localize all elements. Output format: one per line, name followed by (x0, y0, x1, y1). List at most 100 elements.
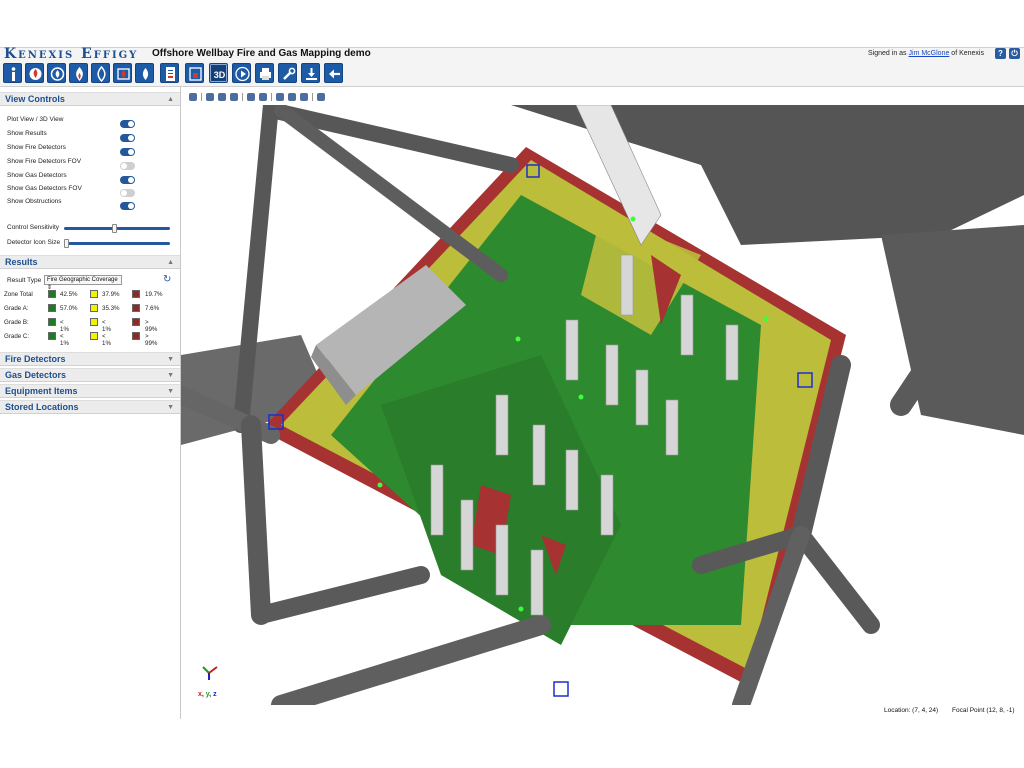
yellow-swatch (90, 332, 98, 340)
gas-detector-marker[interactable] (578, 394, 584, 400)
wellhead (680, 294, 694, 356)
fire-detector-marker[interactable] (553, 681, 569, 697)
toggle-show-results[interactable] (120, 134, 135, 142)
bottom-margin (0, 720, 1024, 768)
view-row-label: Show Obstructions (7, 198, 62, 205)
info-icon[interactable] (3, 63, 22, 83)
section-title: Stored Locations (5, 402, 79, 412)
wellhead (565, 449, 579, 511)
result-type-select[interactable]: Fire Geographic Coverage ⇕ (44, 275, 122, 291)
focal-point-readout: Focal Point (12, 8, -1) (952, 707, 1015, 714)
tools-icon[interactable] (278, 63, 297, 83)
gas-detector-marker[interactable] (515, 336, 521, 342)
rotate-icon[interactable] (247, 92, 255, 101)
flame-icon[interactable] (91, 63, 110, 83)
toggle-plot-3d-view[interactable] (120, 120, 135, 128)
gas-detector-marker[interactable] (630, 216, 636, 222)
refresh-icon[interactable]: ↻ (163, 274, 171, 285)
red-swatch (132, 290, 140, 298)
slider-handle[interactable] (112, 224, 117, 233)
collapse-arrow-icon: ▲ (167, 96, 174, 103)
red-swatch (132, 304, 140, 312)
main-toolbar: 3D (0, 61, 1024, 87)
x-axis-line (208, 666, 218, 674)
app-header: Kenexis Effigy Offshore Wellbay Fire and… (0, 46, 1024, 62)
red-swatch (132, 318, 140, 326)
red-value: 7.6% (145, 305, 160, 312)
toggle-show-gas-detectors[interactable] (120, 176, 135, 184)
toggle-show-gas-detectors-fov[interactable] (120, 189, 135, 197)
wellbay-scene (181, 105, 1024, 705)
page-title: Offshore Wellbay Fire and Gas Mapping de… (152, 48, 371, 59)
toggle-show-obstructions[interactable] (120, 202, 135, 210)
view-row-label: Show Fire Detectors FOV (7, 158, 82, 165)
results-title: Results (5, 257, 38, 267)
red-value: > 99% (145, 319, 158, 333)
download-icon[interactable] (301, 63, 320, 83)
green-value: < 1% (60, 333, 69, 347)
fire-detectors-header[interactable]: Fire Detectors ▼ (0, 352, 180, 366)
wellhead (620, 254, 634, 316)
green-swatch (48, 332, 56, 340)
document-icon[interactable] (160, 63, 179, 83)
stored-locations-header[interactable]: Stored Locations ▼ (0, 400, 180, 414)
fire-detector-icon[interactable] (25, 63, 44, 83)
minus-icon[interactable] (300, 92, 308, 101)
yellow-swatch (90, 304, 98, 312)
yellow-value: < 1% (102, 333, 111, 347)
camera-icon[interactable] (259, 92, 267, 101)
gas-detector-marker[interactable] (763, 316, 769, 322)
gas-detectors-header[interactable]: Gas Detectors ▼ (0, 368, 180, 382)
zoom-box-icon[interactable] (218, 92, 226, 101)
gas-detector-icon[interactable] (135, 63, 154, 83)
zoom-extents-icon[interactable] (230, 92, 238, 101)
toggle-show-fire-detectors-fov[interactable] (120, 162, 135, 170)
axis-label-z: z (213, 691, 217, 698)
help-icon[interactable]: ? (995, 48, 1006, 59)
wellhead (605, 344, 619, 406)
view-row-label: Show Fire Detectors (7, 144, 66, 151)
gas-detector-marker[interactable] (377, 482, 383, 488)
person-icon[interactable] (288, 92, 296, 101)
view-row-label: Show Gas Detectors (7, 172, 67, 179)
structural-beam (241, 415, 271, 625)
y-axis-line (202, 666, 210, 674)
3d-view-icon[interactable]: 3D (209, 63, 228, 83)
gas-detector-marker[interactable] (518, 606, 524, 612)
slider-handle[interactable] (64, 239, 69, 248)
zoom-fit-icon[interactable] (206, 92, 214, 101)
section-title: Gas Detectors (5, 370, 67, 380)
fire-hazard-icon[interactable] (69, 63, 88, 83)
signed-in-suffix: of Kenexis (949, 50, 984, 57)
wellhead (495, 394, 509, 456)
section-title: Fire Detectors (5, 354, 66, 364)
expand-arrow-icon: ▼ (167, 388, 174, 395)
report-icon[interactable] (185, 63, 204, 83)
settings-icon[interactable] (317, 92, 325, 101)
target-icon[interactable] (276, 92, 284, 101)
top-margin (0, 0, 1024, 47)
3d-viewport[interactable]: x, y, z Location: (7, 4, 24) Focal Point… (181, 87, 1024, 720)
wellhead (532, 424, 546, 486)
detector-icon-size-slider[interactable] (64, 239, 170, 248)
red-value: 19.7% (145, 291, 163, 298)
yellow-value: < 1% (102, 319, 111, 333)
expand-arrow-icon: ▼ (167, 356, 174, 363)
user-link[interactable]: Jim McGlone (909, 50, 950, 57)
wellhead (725, 324, 739, 381)
equipment-items-header[interactable]: Equipment Items ▼ (0, 384, 180, 398)
fly-icon[interactable] (189, 92, 197, 101)
view-controls-header[interactable]: View Controls ▲ (0, 92, 180, 106)
print-icon[interactable] (255, 63, 274, 83)
fire-icon[interactable] (47, 63, 66, 83)
axis-labels: x, y, z (198, 691, 217, 698)
toggle-show-fire-detectors[interactable] (120, 148, 135, 156)
structural-beam (792, 526, 880, 634)
results-header[interactable]: Results ▲ (0, 255, 180, 269)
play-icon[interactable] (232, 63, 251, 83)
back-arrow-icon[interactable] (324, 63, 343, 83)
power-icon[interactable]: ⏻ (1009, 48, 1020, 59)
control-sensitivity-slider[interactable] (64, 224, 170, 233)
section-title: Equipment Items (5, 386, 78, 396)
fire-zone-icon[interactable] (113, 63, 132, 83)
